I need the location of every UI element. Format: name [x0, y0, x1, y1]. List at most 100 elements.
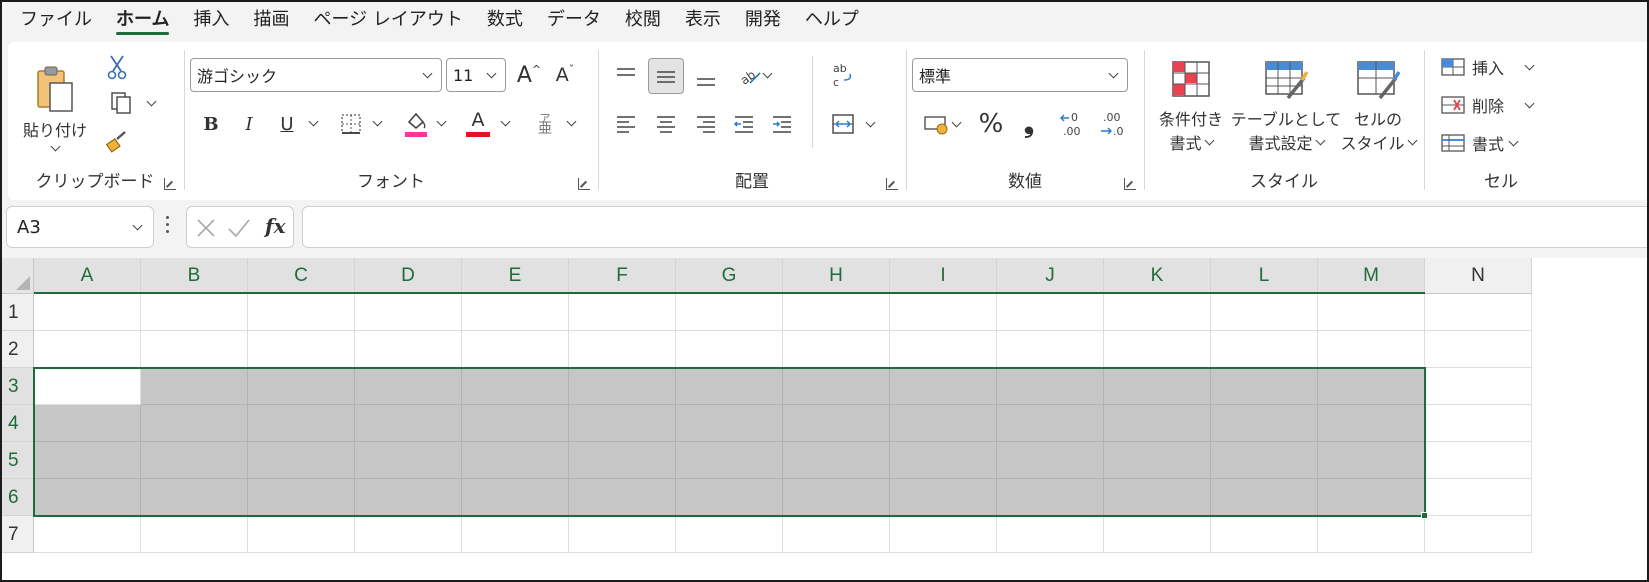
cell-e4[interactable] — [462, 405, 569, 442]
font-dialog-launcher-icon[interactable] — [578, 178, 590, 190]
tab-page-layout[interactable]: ページ レイアウト — [301, 2, 474, 38]
cell-j5[interactable] — [997, 442, 1104, 479]
column-header-h[interactable]: H — [783, 258, 890, 294]
cell-e5[interactable] — [462, 442, 569, 479]
cell-b6[interactable] — [141, 479, 248, 516]
cell-b1[interactable] — [141, 294, 248, 331]
increase-indent-button[interactable] — [766, 108, 798, 140]
cell-g4[interactable] — [676, 405, 783, 442]
cell-b2[interactable] — [141, 331, 248, 368]
cell-c1[interactable] — [248, 294, 355, 331]
cut-button[interactable] — [102, 52, 132, 82]
tab-formulas[interactable]: 数式 — [475, 2, 535, 38]
align-right-button[interactable] — [690, 108, 722, 140]
chevron-down-icon[interactable] — [146, 96, 156, 106]
column-header-n[interactable]: N — [1425, 258, 1532, 294]
column-header-m[interactable]: M — [1318, 258, 1425, 294]
cell-e7[interactable] — [462, 516, 569, 553]
cell-i6[interactable] — [890, 479, 997, 516]
row-header-5[interactable]: 5 — [2, 442, 34, 479]
select-all-button[interactable] — [2, 258, 34, 294]
insert-function-button[interactable]: fx — [265, 214, 286, 238]
cell-k3[interactable] — [1104, 368, 1211, 405]
tab-data[interactable]: データ — [535, 2, 613, 38]
cell-m5[interactable] — [1318, 442, 1425, 479]
merge-center-button[interactable] — [822, 108, 882, 140]
cell-l2[interactable] — [1211, 331, 1318, 368]
column-header-c[interactable]: C — [248, 258, 355, 294]
formula-input[interactable] — [302, 206, 1647, 248]
cell-e3[interactable] — [462, 368, 569, 405]
cell-i1[interactable] — [890, 294, 997, 331]
cell-g6[interactable] — [676, 479, 783, 516]
tab-review[interactable]: 校閲 — [613, 2, 673, 38]
cell-a3[interactable] — [34, 368, 141, 405]
comma-style-button[interactable]: ❟ — [1014, 106, 1044, 142]
tab-view[interactable]: 表示 — [673, 2, 733, 38]
cell-d4[interactable] — [355, 405, 462, 442]
cell-m2[interactable] — [1318, 331, 1425, 368]
cell-e6[interactable] — [462, 479, 569, 516]
cell-b3[interactable] — [141, 368, 248, 405]
font-color-button[interactable]: A — [462, 106, 494, 140]
cell-h1[interactable] — [783, 294, 890, 331]
cell-a6[interactable] — [34, 479, 141, 516]
cell-k7[interactable] — [1104, 516, 1211, 553]
grow-font-button[interactable]: A ^ — [512, 58, 546, 92]
cell-h5[interactable] — [783, 442, 890, 479]
tab-file[interactable]: ファイル — [8, 2, 104, 38]
delete-cells-button[interactable]: 削除 — [1440, 90, 1550, 120]
cell-l1[interactable] — [1211, 294, 1318, 331]
column-header-g[interactable]: G — [676, 258, 783, 294]
column-header-e[interactable]: E — [462, 258, 569, 294]
cell-f3[interactable] — [569, 368, 676, 405]
cell-b5[interactable] — [141, 442, 248, 479]
cell-d5[interactable] — [355, 442, 462, 479]
cell-b7[interactable] — [141, 516, 248, 553]
cell-d6[interactable] — [355, 479, 462, 516]
cell-k2[interactable] — [1104, 331, 1211, 368]
cell-j2[interactable] — [997, 331, 1104, 368]
cell-l4[interactable] — [1211, 405, 1318, 442]
column-header-k[interactable]: K — [1104, 258, 1211, 294]
tab-draw[interactable]: 描画 — [241, 2, 301, 38]
cell-k5[interactable] — [1104, 442, 1211, 479]
cell-i4[interactable] — [890, 405, 997, 442]
cell-k6[interactable] — [1104, 479, 1211, 516]
cell-h4[interactable] — [783, 405, 890, 442]
tab-help[interactable]: ヘルプ — [793, 2, 871, 38]
cell-i5[interactable] — [890, 442, 997, 479]
cell-j3[interactable] — [997, 368, 1104, 405]
format-painter-button[interactable] — [102, 126, 132, 156]
row-header-2[interactable]: 2 — [2, 331, 34, 368]
formula-bar-grip-icon[interactable] — [166, 216, 170, 236]
cell-g7[interactable] — [676, 516, 783, 553]
font-size-combo[interactable]: 11 — [446, 58, 506, 92]
underline-button[interactable]: U — [272, 108, 302, 140]
align-top-button[interactable] — [610, 58, 642, 92]
number-format-combo[interactable]: 標準 — [912, 58, 1128, 92]
number-dialog-launcher-icon[interactable] — [1124, 178, 1136, 190]
cell-g5[interactable] — [676, 442, 783, 479]
column-header-f[interactable]: F — [569, 258, 676, 294]
align-center-button[interactable] — [650, 108, 682, 140]
decrease-decimal-button[interactable]: .00.0 — [1096, 106, 1130, 142]
cell-j7[interactable] — [997, 516, 1104, 553]
cell-n7[interactable] — [1425, 516, 1532, 553]
clipboard-dialog-launcher-icon[interactable] — [164, 178, 176, 190]
cell-l6[interactable] — [1211, 479, 1318, 516]
cell-n1[interactable] — [1425, 294, 1532, 331]
chevron-down-icon[interactable] — [500, 116, 511, 127]
column-header-l[interactable]: L — [1211, 258, 1318, 294]
cell-d2[interactable] — [355, 331, 462, 368]
cell-n4[interactable] — [1425, 405, 1532, 442]
chevron-down-icon[interactable] — [308, 116, 319, 127]
cell-k1[interactable] — [1104, 294, 1211, 331]
format-as-table-button[interactable]: テーブルとして 書式設定 — [1231, 52, 1341, 162]
enter-check-icon[interactable] — [227, 217, 251, 239]
cell-m6[interactable] — [1318, 479, 1425, 516]
cell-d1[interactable] — [355, 294, 462, 331]
font-name-combo[interactable]: 游ゴシック — [190, 58, 442, 92]
cell-a4[interactable] — [34, 405, 141, 442]
column-header-i[interactable]: I — [890, 258, 997, 294]
